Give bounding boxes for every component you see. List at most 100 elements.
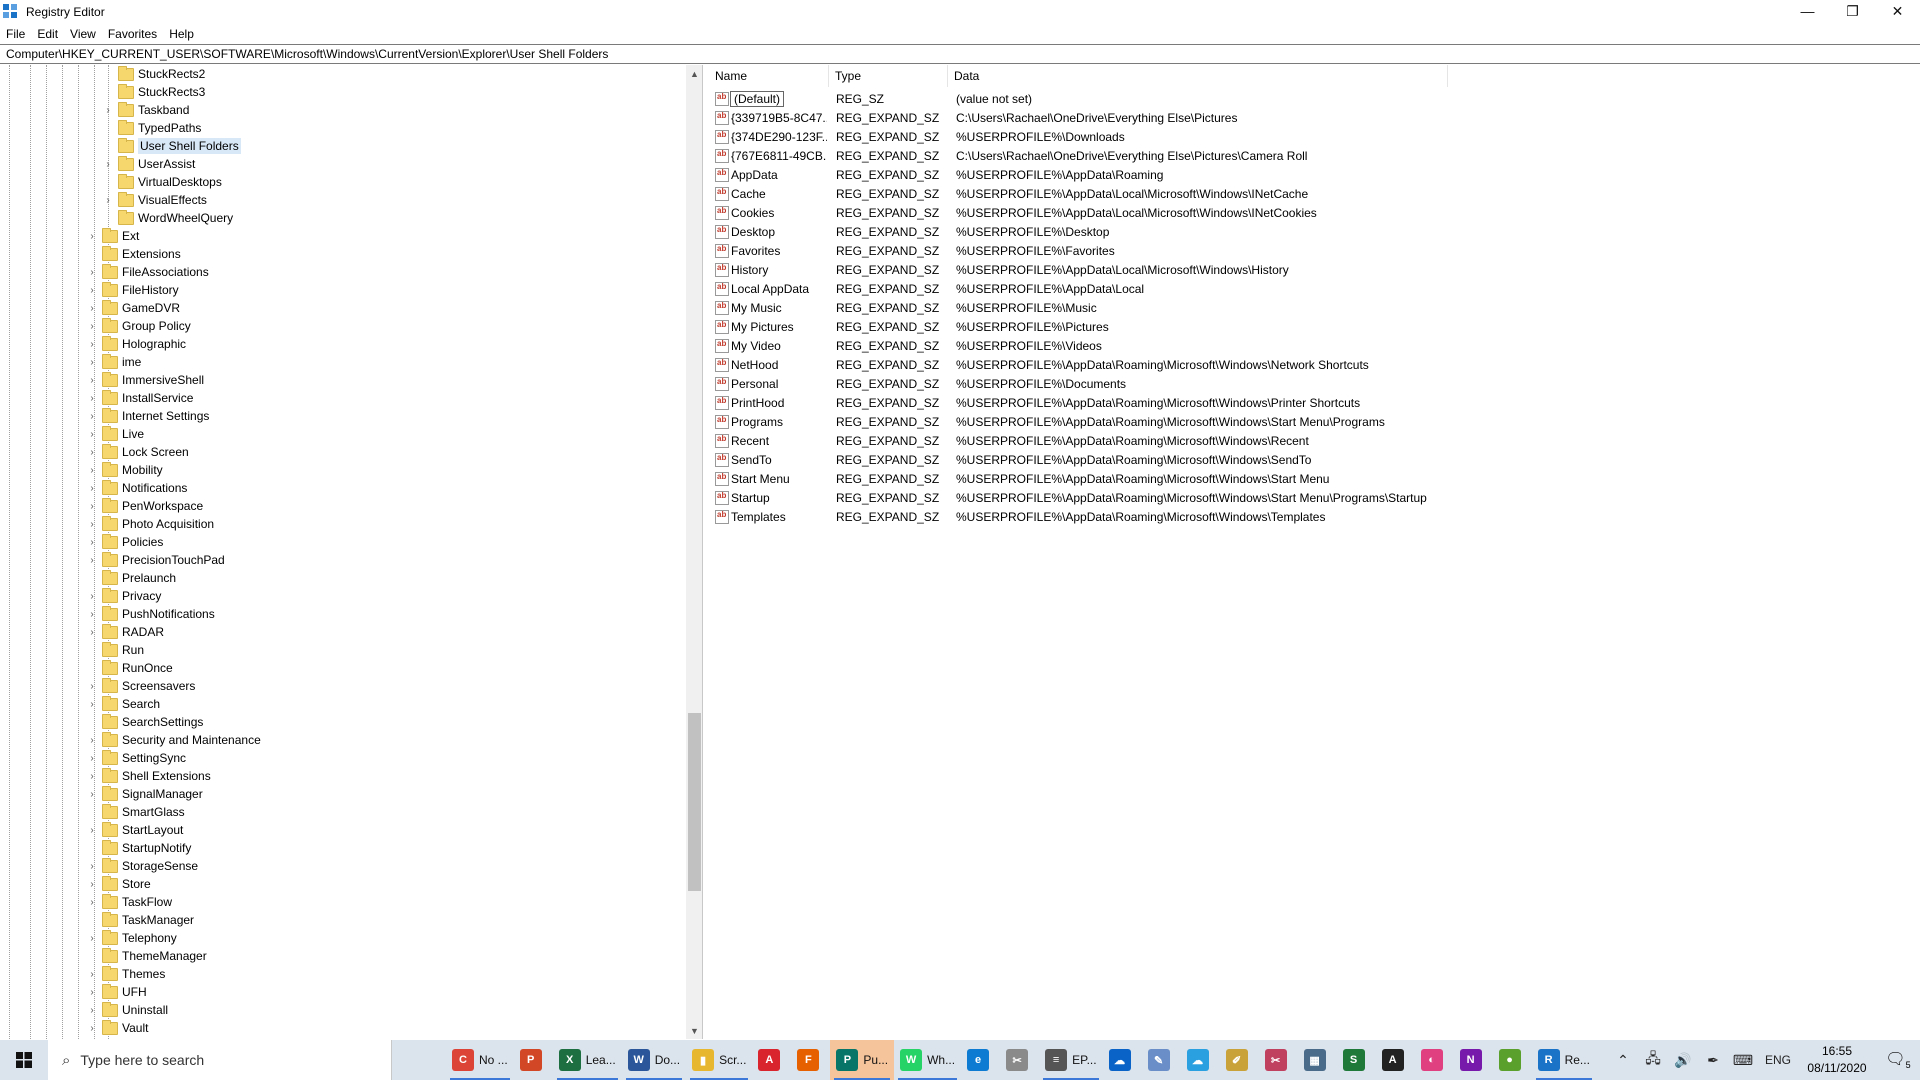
value-row[interactable]: ab Desktop REG_EXPAND_SZ %USERPROFILE%\Desk… xyxy=(709,222,1920,241)
language-indicator[interactable]: ENG xyxy=(1758,1053,1798,1067)
value-row[interactable]: ab Start Menu REG_EXPAND_SZ %USERPROFILE%\A… xyxy=(709,469,1920,488)
chevron-right-icon[interactable]: › xyxy=(86,627,98,638)
tree-item[interactable]: StuckRects2 xyxy=(102,65,205,83)
chevron-right-icon[interactable]: › xyxy=(86,735,98,746)
tree-item[interactable]: › Store xyxy=(86,875,151,893)
tree-item[interactable]: Run xyxy=(86,641,144,659)
chevron-right-icon[interactable]: › xyxy=(86,555,98,566)
tree-item[interactable]: › Privacy xyxy=(86,587,161,605)
tree-item[interactable]: › PushNotifications xyxy=(86,605,215,623)
keyboard-icon[interactable]: ⌨ xyxy=(1728,1052,1758,1069)
tree-item[interactable]: StuckRects3 xyxy=(102,83,205,101)
tree-item[interactable]: › Themes xyxy=(86,965,165,983)
chevron-right-icon[interactable]: › xyxy=(86,879,98,890)
taskbar-app-snipping[interactable]: ✂ xyxy=(1000,1040,1039,1080)
taskbar-app-chrome[interactable]: C No ... xyxy=(446,1040,514,1080)
tree-item[interactable]: › Mobility xyxy=(86,461,163,479)
tree-item[interactable]: › RADAR xyxy=(86,623,164,641)
chevron-right-icon[interactable]: › xyxy=(86,591,98,602)
value-row[interactable]: ab My Video REG_EXPAND_SZ %USERPROFILE%\Vid… xyxy=(709,336,1920,355)
value-row[interactable]: ab Cache REG_EXPAND_SZ %USERPROFILE%\AppDat… xyxy=(709,184,1920,203)
tree-item[interactable]: › Group Policy xyxy=(86,317,191,335)
value-row[interactable]: ab PrintHood REG_EXPAND_SZ %USERPROFILE%\Ap… xyxy=(709,393,1920,412)
close-button[interactable]: ✕ xyxy=(1875,0,1920,22)
tree-scrollbar[interactable]: ▲ ▼ xyxy=(686,65,702,1039)
start-button[interactable] xyxy=(0,1040,48,1080)
tree-item[interactable]: › Holographic xyxy=(86,335,186,353)
tree-item[interactable]: › UFH xyxy=(86,983,147,1001)
value-row[interactable]: ab {767E6811-49CB... REG_EXPAND_SZ C:\Users… xyxy=(709,146,1920,165)
tree-item[interactable]: User Shell Folders xyxy=(102,137,241,155)
minimize-button[interactable]: — xyxy=(1785,0,1830,22)
taskbar-app-explorer[interactable]: ▮ Scr... xyxy=(686,1040,752,1080)
taskbar-app-ep[interactable]: ≡ EP... xyxy=(1039,1040,1102,1080)
chevron-right-icon[interactable]: › xyxy=(86,375,98,386)
taskbar-app-publisher[interactable]: P Pu... xyxy=(830,1040,895,1080)
chevron-right-icon[interactable]: › xyxy=(102,105,114,116)
taskbar-search-box[interactable]: ⌕ Type here to search xyxy=(48,1040,392,1080)
tree-item[interactable]: › SignalManager xyxy=(86,785,203,803)
address-path[interactable]: Computer\HKEY_CURRENT_USER\SOFTWARE\Micr… xyxy=(6,47,608,61)
chevron-right-icon[interactable]: › xyxy=(86,699,98,710)
tree-item[interactable]: › ImmersiveShell xyxy=(86,371,204,389)
tree-item[interactable]: › StartLayout xyxy=(86,821,183,839)
taskbar-app-scribus[interactable]: S xyxy=(1337,1040,1376,1080)
value-row[interactable]: ab {374DE290-123F... REG_EXPAND_SZ %USERPRO… xyxy=(709,127,1920,146)
value-row[interactable]: ab History REG_EXPAND_SZ %USERPROFILE%\AppD… xyxy=(709,260,1920,279)
tree-item[interactable]: › TaskFlow xyxy=(86,893,172,911)
chevron-right-icon[interactable]: › xyxy=(86,411,98,422)
chevron-right-icon[interactable]: › xyxy=(86,285,98,296)
chevron-right-icon[interactable]: › xyxy=(102,195,114,206)
value-row[interactable]: ab Personal REG_EXPAND_SZ %USERPROFILE%\Doc… xyxy=(709,374,1920,393)
clock[interactable]: 16:55 08/11/2020 xyxy=(1798,1043,1876,1077)
scroll-up-icon[interactable]: ▲ xyxy=(686,65,702,82)
tree-item[interactable]: › Security and Maintenance xyxy=(86,731,261,749)
network-icon[interactable]: 🖧 xyxy=(1638,1048,1668,1072)
address-bar[interactable]: Computer\HKEY_CURRENT_USER\SOFTWARE\Micr… xyxy=(0,44,1920,64)
tree-item[interactable]: Extensions xyxy=(86,245,181,263)
column-name[interactable]: Name xyxy=(709,65,829,87)
value-row[interactable]: ab My Pictures REG_EXPAND_SZ %USERPROFILE%\… xyxy=(709,317,1920,336)
chevron-right-icon[interactable]: › xyxy=(86,483,98,494)
tree-item[interactable]: › Screensavers xyxy=(86,677,195,695)
tree-item[interactable]: › Photo Acquisition xyxy=(86,515,214,533)
chevron-right-icon[interactable]: › xyxy=(86,987,98,998)
tree-item[interactable]: TypedPaths xyxy=(102,119,201,137)
tree-item[interactable]: › InstallService xyxy=(86,389,193,407)
menu-view[interactable]: View xyxy=(64,27,102,41)
menu-favorites[interactable]: Favorites xyxy=(102,27,163,41)
notification-icon[interactable]: 🗨5 xyxy=(1876,1049,1920,1070)
tree-item[interactable]: RunOnce xyxy=(86,659,173,677)
tree-item[interactable]: › FileHistory xyxy=(86,281,179,299)
tree-item[interactable]: › Taskband xyxy=(102,101,189,119)
tree-item[interactable]: › PrecisionTouchPad xyxy=(86,551,225,569)
chevron-right-icon[interactable]: › xyxy=(86,825,98,836)
chevron-right-icon[interactable]: › xyxy=(86,339,98,350)
value-row[interactable]: ab Templates REG_EXPAND_SZ %USERPROFILE%\Ap… xyxy=(709,507,1920,526)
tree-item[interactable]: › Policies xyxy=(86,533,163,551)
value-row[interactable]: ab AppData REG_EXPAND_SZ %USERPROFILE%\AppD… xyxy=(709,165,1920,184)
tree-item[interactable]: › FileAssociations xyxy=(86,263,209,281)
value-row[interactable]: ab Local AppData REG_EXPAND_SZ %USERPROFILE… xyxy=(709,279,1920,298)
tree-item[interactable]: › Notifications xyxy=(86,479,187,497)
taskbar-app-onenote[interactable]: N xyxy=(1454,1040,1493,1080)
restore-button[interactable]: ❐ xyxy=(1830,0,1875,22)
taskbar-app-snip[interactable]: ✂ xyxy=(1259,1040,1298,1080)
volume-icon[interactable]: 🔊 xyxy=(1668,1052,1698,1069)
taskbar-app-edge[interactable]: e xyxy=(961,1040,1000,1080)
tree-item[interactable]: › Internet Settings xyxy=(86,407,209,425)
chevron-right-icon[interactable]: › xyxy=(86,465,98,476)
tree-item[interactable]: SearchSettings xyxy=(86,713,203,731)
column-type[interactable]: Type xyxy=(829,65,948,87)
value-row[interactable]: ab Programs REG_EXPAND_SZ %USERPROFILE%\App… xyxy=(709,412,1920,431)
tree-item[interactable]: › SettingSync xyxy=(86,749,186,767)
menu-edit[interactable]: Edit xyxy=(31,27,64,41)
tree-item[interactable]: › Vault xyxy=(86,1019,148,1037)
taskbar-app-regedit[interactable]: R Re... xyxy=(1532,1040,1596,1080)
scroll-down-icon[interactable]: ▼ xyxy=(686,1022,702,1039)
chevron-right-icon[interactable]: › xyxy=(86,303,98,314)
chevron-right-icon[interactable]: › xyxy=(86,231,98,242)
tree-item[interactable]: ThemeManager xyxy=(86,947,207,965)
taskbar-app-photo[interactable]: ◐ xyxy=(1415,1040,1454,1080)
tree-item[interactable]: › Live xyxy=(86,425,144,443)
